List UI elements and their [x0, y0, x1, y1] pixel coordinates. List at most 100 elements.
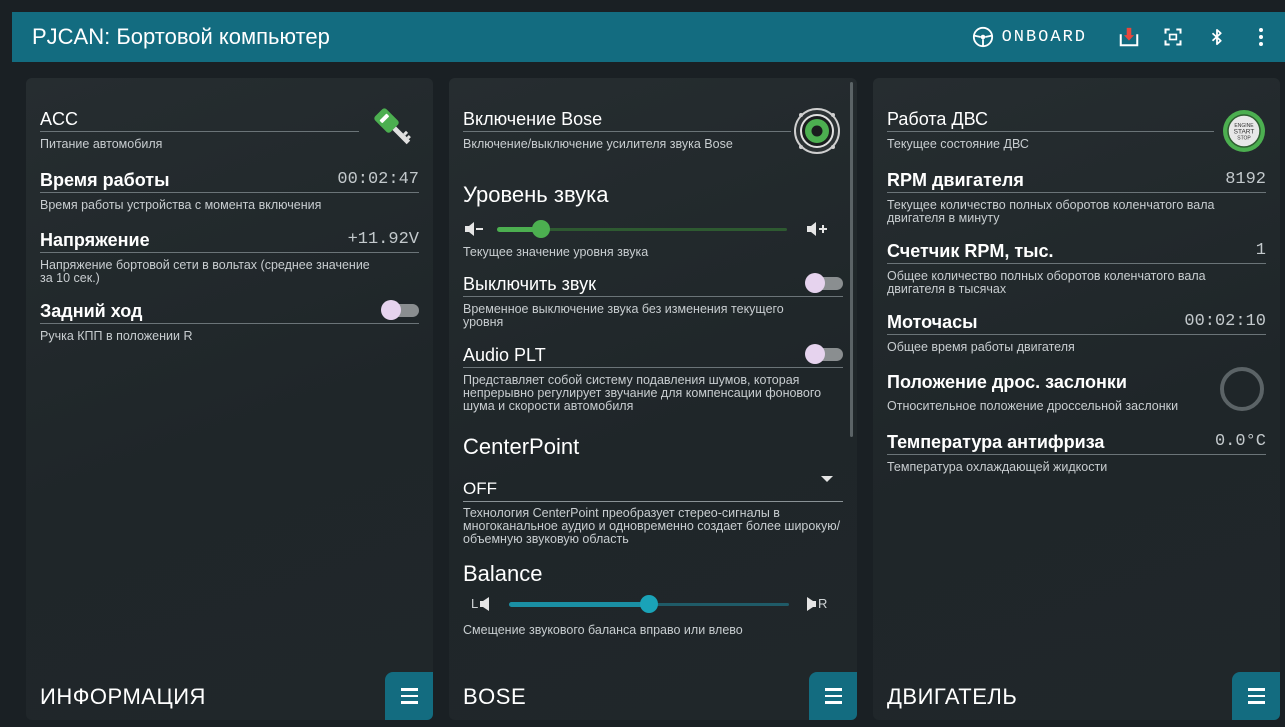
balance-slider[interactable] — [509, 592, 789, 616]
key-icon — [370, 104, 420, 159]
motohours-item: Моточасы 00:02:10 Общее время работы дви… — [887, 311, 1266, 354]
balance-left-icon: L — [471, 596, 491, 611]
reverse-desc: Ручка КПП в положении R — [40, 329, 193, 343]
info-menu-button[interactable] — [385, 672, 433, 720]
more-vert-icon — [1259, 28, 1263, 46]
more-menu-button[interactable] — [1249, 25, 1273, 49]
engine-menu-button[interactable] — [1232, 672, 1280, 720]
rpmcount-value: 1 — [1255, 241, 1266, 260]
centerpoint-select[interactable]: OFF Технология CenterPoint преобразует с… — [463, 472, 843, 546]
info-card: ACC Питание автомобиля Время работы 00:0… — [26, 78, 433, 720]
steering-wheel-icon — [972, 26, 993, 48]
engine-start-icon: ENGINE START STOP — [1222, 109, 1266, 158]
app-title: PJCAN: Бортовой компьютер — [32, 24, 330, 49]
bose-enable-title: Включение Bose — [463, 109, 603, 129]
centerpoint-value: OFF — [463, 479, 497, 498]
mute-toggle[interactable] — [805, 273, 843, 293]
speaker-icon[interactable] — [793, 107, 841, 160]
engine-running-desc: Текущее состояние ДВС — [887, 137, 1029, 151]
bose-scrollbar[interactable] — [850, 82, 853, 437]
throttle-gauge — [1218, 365, 1266, 418]
balance-right-label: R — [818, 596, 828, 611]
worktime-value: 00:02:47 — [337, 170, 419, 189]
motohours-desc: Общее время работы двигателя — [887, 340, 1075, 354]
fullscreen-button[interactable] — [1161, 25, 1185, 49]
worktime-desc: Время работы устройства с момента включе… — [40, 198, 322, 212]
coolant-title: Температура антифриза — [887, 432, 1105, 452]
bluetooth-icon — [1211, 28, 1222, 46]
coolant-desc: Температура охлаждающей жидкости — [887, 460, 1108, 474]
audioplt-desc: Представляет собой систему подавления шу… — [463, 373, 822, 413]
volume-item: Уровень звука — [463, 182, 843, 208]
balance-left-label: L — [471, 596, 479, 611]
info-footer-title: ИНФОРМАЦИЯ — [40, 684, 206, 709]
rpmcount-item: Счетчик RPM, тыс. 1 Общее количество пол… — [887, 240, 1266, 296]
mute-desc: Временное выключение звука без изменения… — [463, 302, 784, 329]
bose-card: Включение Bose Включение/выключение усил… — [449, 78, 857, 720]
bose-footer-title: BOSE — [463, 684, 527, 709]
top-actions: ONBOARD — [972, 12, 1285, 62]
engine-footer-title: ДВИГАТЕЛЬ — [887, 684, 1018, 709]
download-button[interactable] — [1117, 25, 1141, 49]
audioplt-item: Audio PLT Представляет собой систему под… — [463, 344, 843, 413]
acc-item: ACC Питание автомобиля — [40, 108, 419, 151]
voltage-title: Напряжение — [40, 230, 150, 250]
menu-icon — [824, 688, 842, 704]
bluetooth-button[interactable] — [1205, 25, 1229, 49]
bose-menu-button[interactable] — [809, 672, 857, 720]
balance-title: Balance — [463, 561, 543, 586]
reverse-item: Задний ход Ручка КПП в положении R — [40, 300, 419, 343]
throttle-title: Положение дрос. заслонки — [887, 372, 1127, 392]
bose-enable-desc: Включение/выключение усилителя звука Bos… — [463, 137, 733, 151]
rpmcount-title: Счетчик RPM, тыс. — [887, 241, 1054, 261]
svg-text:STOP: STOP — [1237, 136, 1251, 142]
throttle-desc: Относительное положение дроссельной засл… — [887, 399, 1179, 413]
onboard-label: ONBOARD — [1001, 27, 1087, 47]
chevron-down-icon — [821, 476, 833, 482]
volume-desc-item: Текущее значение уровня звука — [463, 240, 843, 259]
engine-running-title: Работа ДВС — [887, 109, 988, 129]
balance-desc: Смещение звукового баланса вправо или вл… — [463, 623, 743, 637]
rpm-value: 8192 — [1225, 170, 1266, 189]
onboard-button[interactable]: ONBOARD — [972, 26, 1087, 48]
centerpoint-title: CenterPoint — [463, 434, 580, 459]
voltage-desc: Напряжение бортовой сети в вольтах (сред… — [40, 258, 370, 285]
volume-thumb[interactable] — [532, 220, 550, 238]
balance-thumb[interactable] — [640, 595, 658, 613]
worktime-title: Время работы — [40, 170, 170, 190]
rpm-desc: Текущее количество полных оборотов колен… — [887, 198, 1215, 225]
menu-icon — [400, 688, 418, 704]
worktime-item: Время работы 00:02:47 Время работы устро… — [40, 169, 419, 212]
acc-desc: Питание автомобиля — [40, 137, 163, 151]
svg-text:START: START — [1234, 129, 1255, 136]
balance-fill — [509, 602, 649, 607]
audioplt-title: Audio PLT — [463, 345, 546, 365]
mute-title: Выключить звук — [463, 274, 596, 294]
centerpoint-desc: Технология CenterPoint преобразует стере… — [463, 506, 841, 546]
menu-icon — [1247, 688, 1265, 704]
throttle-item: Положение дрос. заслонки Относительное п… — [887, 371, 1266, 413]
app-bar: PJCAN: Бортовой компьютер ONBOARD — [12, 12, 1285, 62]
voltage-value: +11.92V — [347, 230, 419, 249]
reverse-toggle[interactable] — [381, 300, 419, 320]
voltage-item: Напряжение +11.92V Напряжение бортовой с… — [40, 229, 419, 285]
audioplt-toggle[interactable] — [805, 344, 843, 364]
balance-item: Balance — [463, 561, 843, 587]
download-icon — [1119, 27, 1139, 47]
motohours-value: 00:02:10 — [1184, 312, 1266, 331]
coolant-item: Температура антифриза 0.0°C Температура … — [887, 431, 1266, 474]
balance-desc-item: Смещение звукового баланса вправо или вл… — [463, 618, 843, 637]
engine-running-item: Работа ДВС Текущее состояние ДВС — [887, 108, 1266, 151]
rpmcount-desc: Общее количество полных оборотов коленча… — [887, 269, 1206, 296]
coolant-value: 0.0°C — [1214, 432, 1266, 451]
balance-right-icon: R — [805, 596, 827, 611]
engine-card: Работа ДВС Текущее состояние ДВС ENGINE S… — [873, 78, 1280, 720]
fullscreen-icon — [1164, 28, 1182, 46]
rpm-title: RPM двигателя — [887, 170, 1024, 190]
acc-title: ACC — [40, 109, 79, 129]
volume-slider[interactable] — [497, 217, 787, 241]
centerpoint-item: CenterPoint — [463, 434, 843, 460]
reverse-title: Задний ход — [40, 301, 143, 321]
rpm-item: RPM двигателя 8192 Текущее количество по… — [887, 169, 1266, 225]
volume-desc: Текущее значение уровня звука — [463, 245, 649, 259]
